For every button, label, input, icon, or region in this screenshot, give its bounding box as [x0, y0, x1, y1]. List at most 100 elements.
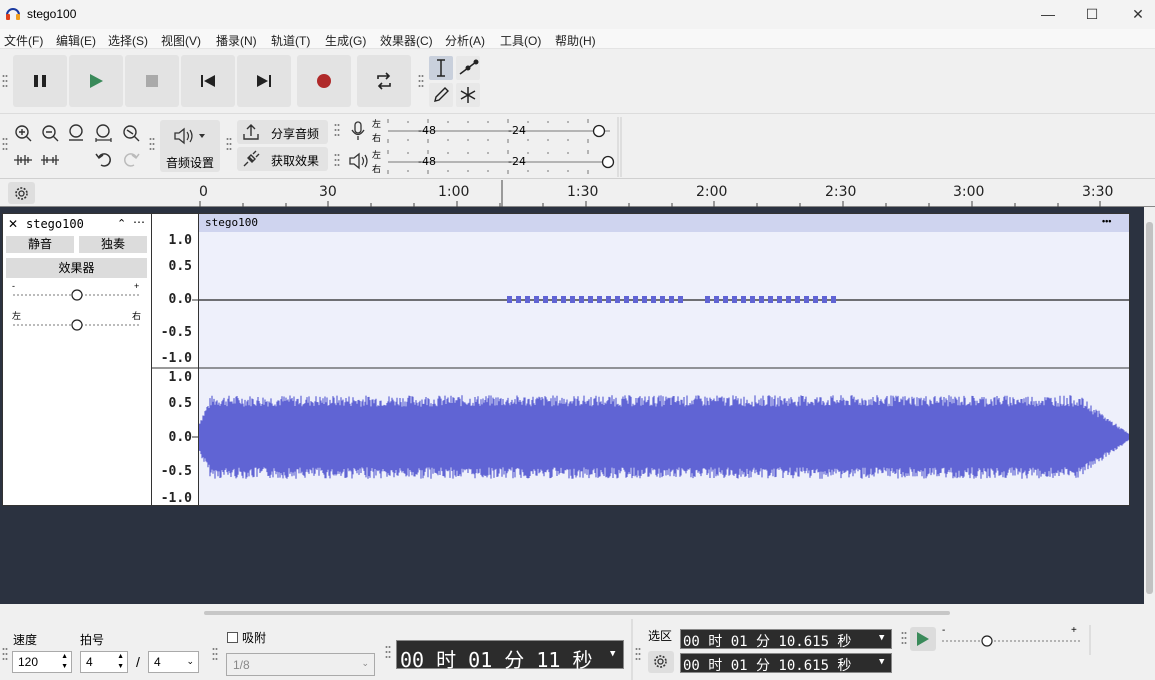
chevron-down-icon[interactable]: ▼ — [879, 633, 884, 643]
multi-tool[interactable] — [456, 83, 480, 107]
minimize-button[interactable]: — — [1025, 0, 1071, 29]
chevron-down-icon[interactable]: ▼ — [610, 649, 615, 659]
pause-button[interactable] — [13, 55, 67, 107]
pan-slider[interactable] — [11, 318, 143, 332]
waveform-blip — [579, 296, 584, 303]
vertical-scroll-thumb[interactable] — [1146, 222, 1153, 594]
track-name[interactable]: stego100 — [26, 217, 84, 231]
selection-end[interactable]: 00 时 01 分 10.615 秒 ▼ — [680, 653, 892, 674]
toolbar-separator — [1089, 625, 1091, 655]
track-effects-button[interactable]: 效果器 — [6, 258, 147, 278]
play-at-speed-button[interactable] — [910, 627, 936, 651]
spin-arrows-icon[interactable]: ▲ ▼ — [117, 652, 124, 672]
chevron-down-icon[interactable]: ▼ — [879, 657, 884, 667]
time-signature-lower[interactable]: 4 ⌄ — [148, 651, 199, 673]
menu-tracks[interactable]: 轨道(T) — [271, 32, 310, 49]
waveform-blip — [795, 296, 800, 303]
grip-icon[interactable] — [334, 123, 340, 137]
grip-icon[interactable] — [385, 645, 391, 659]
snap-select[interactable]: 1/8 ⌄ — [226, 653, 375, 676]
waveform-blip — [543, 296, 548, 303]
stop-button[interactable] — [125, 55, 179, 107]
track-control-panel[interactable]: ✕ stego100 ⌃ ⋯ 静音 独奏 效果器 - + 左 右 — [2, 213, 152, 506]
envelope-tool[interactable] — [456, 56, 480, 80]
menu-file[interactable]: 文件(F) — [4, 32, 43, 49]
zoom-in-button[interactable] — [12, 122, 34, 144]
get-effects-button[interactable]: 获取效果 — [237, 147, 328, 171]
fit-selection-button[interactable] — [66, 122, 88, 144]
maximize-button[interactable]: ☐ — [1069, 0, 1115, 29]
grip-icon[interactable] — [2, 647, 8, 661]
grip-icon[interactable] — [149, 137, 155, 151]
meter-left-label: 左 — [372, 119, 382, 129]
meter-slider-thumb[interactable] — [601, 155, 615, 169]
zoom-out-button[interactable] — [39, 122, 61, 144]
record-button[interactable] — [297, 55, 351, 107]
grip-icon[interactable] — [226, 137, 232, 151]
gain-slider[interactable] — [11, 288, 143, 302]
zoom-toggle-button[interactable] — [120, 122, 142, 144]
undo-button[interactable] — [93, 149, 115, 171]
grip-icon[interactable] — [418, 74, 424, 88]
menu-select[interactable]: 选择(S) — [108, 32, 148, 49]
menu-tools[interactable]: 工具(O) — [500, 32, 541, 49]
vertical-scrollbar[interactable] — [1144, 207, 1155, 604]
skip-end-button[interactable] — [237, 55, 291, 107]
chevron-down-icon[interactable]: ⌄ — [186, 656, 194, 667]
waveform-blip — [525, 296, 530, 303]
meter-slider-thumb[interactable] — [592, 124, 606, 138]
fit-project-button[interactable] — [93, 122, 115, 144]
tempo-input[interactable]: 120 ▲ ▼ — [12, 651, 72, 673]
playback-meter[interactable]: 左 右 -48 -24 — [372, 148, 615, 176]
audio-clip[interactable]: stego100 ••• — [198, 213, 1130, 506]
time-display[interactable]: 00 时 01 分 11 秒 ▼ — [396, 640, 624, 672]
close-button[interactable]: ✕ — [1115, 0, 1155, 29]
audio-setup-button[interactable]: 音频设置 — [160, 120, 220, 172]
selection-start[interactable]: 00 时 01 分 10.615 秒 ▼ — [680, 629, 892, 650]
waveform-blip — [723, 296, 728, 303]
meter-right-label: 右 — [372, 133, 382, 143]
grip-icon[interactable] — [635, 647, 641, 661]
meter-tick-24: -24 — [508, 155, 526, 168]
spin-arrows-icon[interactable]: ▲ ▼ — [61, 652, 68, 672]
menu-analyze[interactable]: 分析(A) — [445, 32, 485, 49]
menu-generate[interactable]: 生成(G) — [325, 32, 366, 49]
menu-help[interactable]: 帮助(H) — [555, 32, 596, 49]
solo-button[interactable]: 独奏 — [79, 236, 147, 253]
recording-meter[interactable]: 左 右 -48 -24 — [372, 117, 612, 145]
skip-start-button[interactable] — [181, 55, 235, 107]
play-button[interactable] — [69, 55, 123, 107]
redo-button[interactable] — [120, 149, 142, 171]
draw-tool[interactable] — [429, 83, 453, 107]
grip-icon[interactable] — [334, 153, 340, 167]
waveform[interactable] — [199, 214, 1130, 506]
menu-edit[interactable]: 编辑(E) — [56, 32, 96, 49]
menu-transport[interactable]: 播录(N) — [216, 32, 257, 49]
selection-settings-button[interactable] — [648, 651, 674, 673]
grip-icon[interactable] — [212, 647, 218, 661]
microphone-icon[interactable] — [348, 119, 368, 143]
timeline-ruler[interactable]: 0 30 1:00 1:30 2:00 2:30 3:00 3:30 — [0, 180, 1155, 207]
track-menu-icon[interactable]: ⋯ — [133, 215, 145, 229]
solo-label: 独奏 — [100, 237, 125, 251]
menu-effect[interactable]: 效果器(C) — [380, 32, 433, 49]
silence-button[interactable] — [39, 149, 61, 171]
waveform-blip — [813, 296, 818, 303]
trim-button[interactable] — [12, 149, 34, 171]
grip-icon[interactable] — [2, 74, 8, 88]
amplitude-scale[interactable]: 1.0 0.5 0.0 -0.5 -1.0 1.0 0.5 0.0 -0.5 -… — [152, 213, 198, 506]
loop-button[interactable] — [357, 55, 411, 107]
menu-view[interactable]: 视图(V) — [161, 32, 201, 49]
snap-checkbox[interactable] — [227, 632, 238, 643]
horizontal-scrollbar[interactable] — [204, 611, 950, 615]
close-track-button[interactable]: ✕ — [8, 217, 18, 231]
time-signature-upper[interactable]: 4 ▲ ▼ — [80, 651, 128, 673]
grip-icon[interactable] — [901, 631, 907, 645]
playback-speed-slider[interactable] — [940, 633, 1082, 649]
selection-tool[interactable] — [429, 56, 453, 80]
speaker-icon[interactable] — [348, 150, 370, 172]
collapse-icon[interactable]: ⌃ — [117, 217, 126, 230]
mute-button[interactable]: 静音 — [6, 236, 74, 253]
grip-icon[interactable] — [2, 137, 8, 151]
share-audio-button[interactable]: 分享音频 — [237, 120, 328, 144]
